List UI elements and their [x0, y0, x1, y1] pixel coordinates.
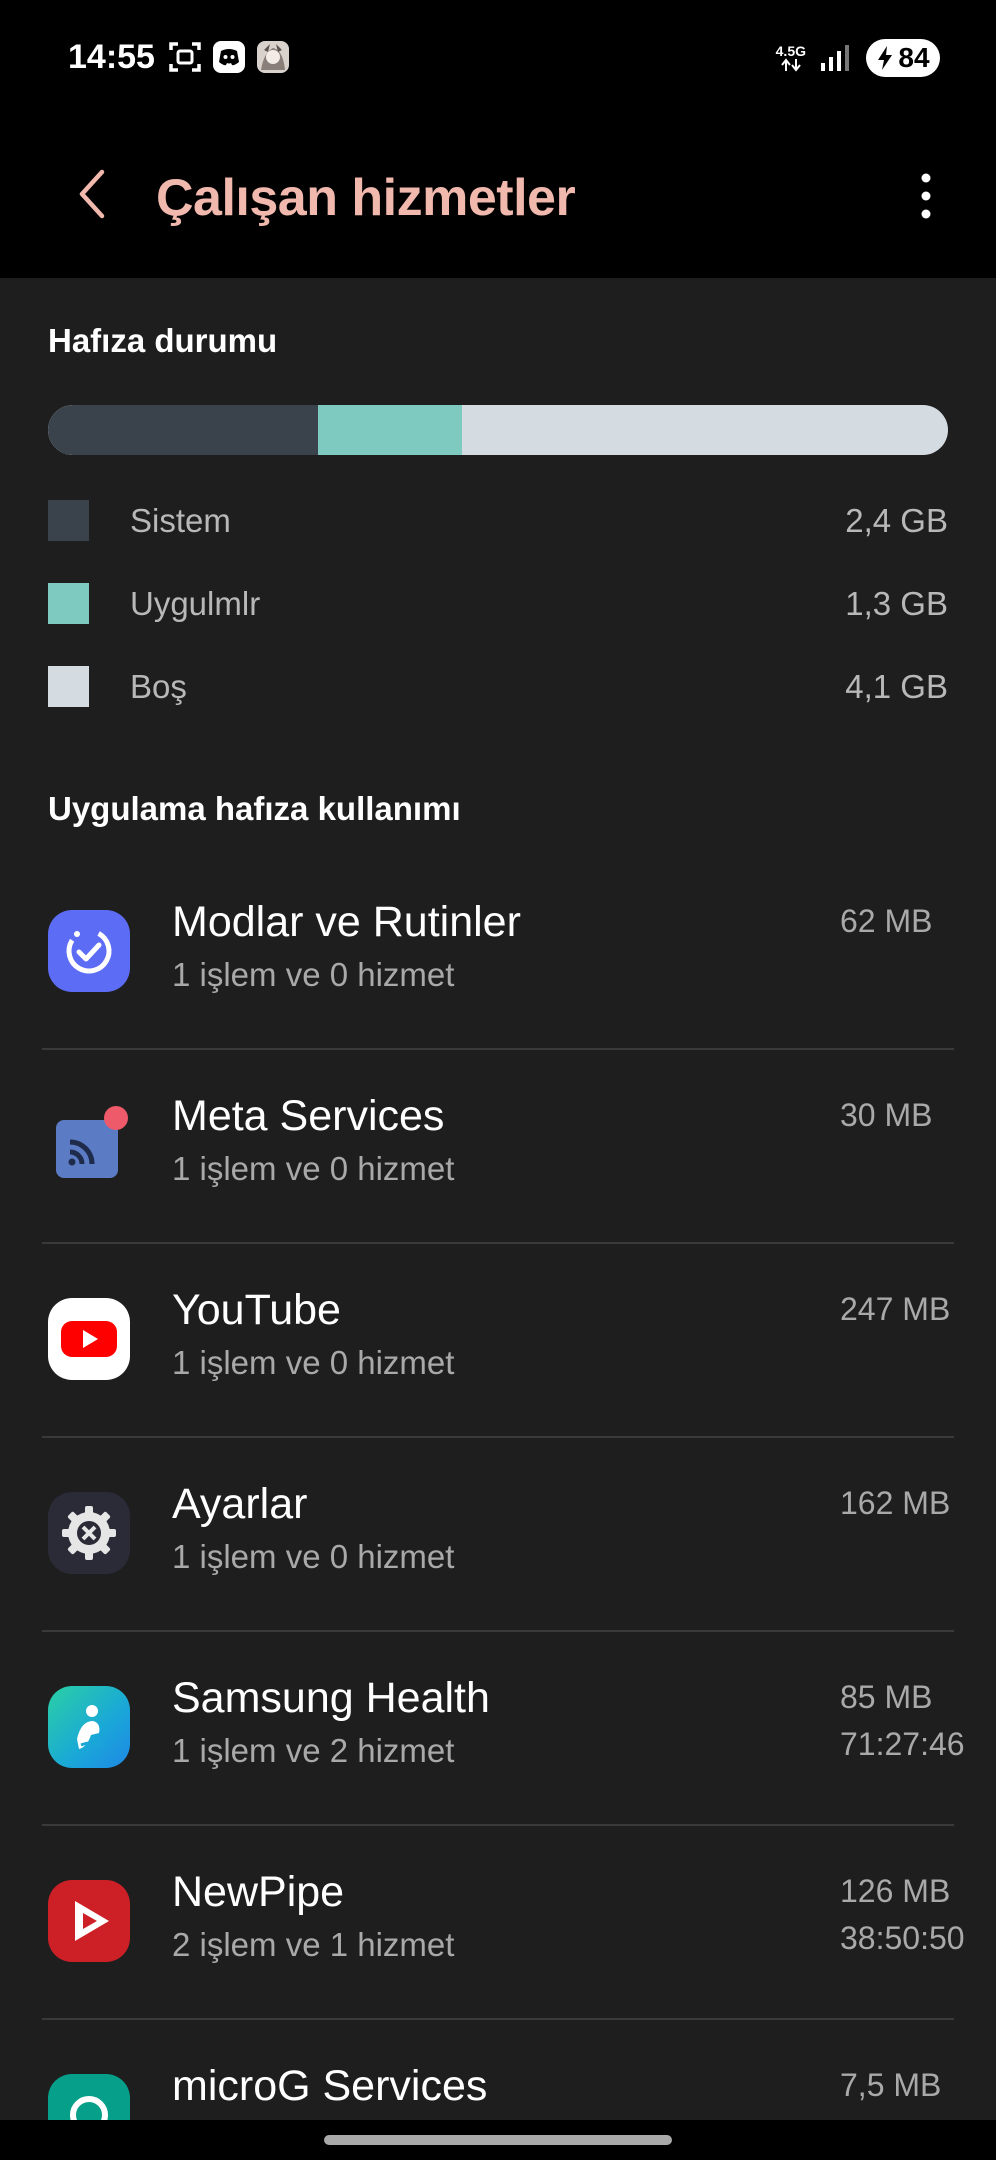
legend-swatch-apps: [48, 583, 89, 624]
legend-swatch-free: [48, 666, 89, 707]
memory-usage-bar: [48, 405, 948, 455]
legend-value: 4,1 GB: [845, 668, 948, 705]
newpipe-icon: [48, 1880, 130, 1962]
legend-row-free: Boş 4,1 GB: [48, 664, 948, 708]
memory-bar-system: [48, 405, 318, 455]
signal-icon: [821, 45, 849, 71]
app-memory-value: 30 MB: [840, 1097, 933, 1133]
app-name: microG Services: [172, 2062, 488, 2110]
app-name: Modlar ve Rutinler: [172, 898, 521, 946]
app-memory-value: 247 MB: [840, 1291, 951, 1327]
legend-label: Sistem: [130, 502, 231, 539]
memory-bar-apps: [316, 405, 462, 455]
legend-row-system: Sistem 2,4 GB: [48, 498, 948, 542]
avatar-icon: [256, 40, 290, 74]
app-usage-title: Uygulama hafıza kullanımı: [48, 790, 461, 827]
app-row-meta-services[interactable]: Meta Services 1 işlem ve 0 hizmet 30 MB: [0, 1050, 996, 1244]
network-indicator: 4.5G: [776, 44, 806, 72]
microg-icon: [48, 2074, 130, 2120]
youtube-icon: [48, 1298, 130, 1380]
app-memory-value: 62 MB: [840, 903, 933, 939]
app-row-settings[interactable]: Ayarlar 1 işlem ve 0 hizmet 162 MB: [0, 1438, 996, 1632]
battery-indicator: 84: [866, 39, 940, 77]
app-runtime: 38:50:50: [840, 1920, 965, 1956]
status-bar: 14:55 4.5G 84: [0, 0, 996, 118]
app-memory: 162 MB: [840, 1480, 950, 1527]
app-name: NewPipe: [172, 1868, 345, 1916]
battery-level: 84: [898, 42, 930, 73]
app-name: YouTube: [172, 1286, 341, 1334]
app-memory: 30 MB: [840, 1092, 932, 1139]
discord-icon: [212, 40, 246, 74]
app-bar: Çalışan hizmetler: [0, 118, 996, 278]
app-row-newpipe[interactable]: NewPipe 2 işlem ve 1 hizmet 126 MB 38:50…: [0, 1826, 996, 2020]
more-vertical-icon: [921, 173, 931, 219]
app-memory: 62 MB: [840, 898, 932, 945]
screenshot-icon: [168, 40, 202, 74]
app-name: Samsung Health: [172, 1674, 490, 1722]
chevron-left-icon: [79, 169, 105, 219]
app-memory: 247 MB: [840, 1286, 950, 1333]
app-row-microg[interactable]: microG Services 7,5 MB: [0, 2020, 996, 2120]
app-row-samsung-health[interactable]: Samsung Health 1 işlem ve 2 hizmet 85 MB…: [0, 1632, 996, 1826]
app-detail: 1 işlem ve 0 hizmet: [172, 1150, 455, 1187]
home-indicator[interactable]: [324, 2135, 672, 2145]
network-type: 4.5G: [775, 43, 806, 59]
status-time: 14:55: [68, 38, 155, 76]
page-title: Çalışan hizmetler: [156, 169, 576, 227]
app-detail: 2 işlem ve 1 hizmet: [172, 1926, 455, 1963]
samsung-health-icon: [48, 1686, 130, 1768]
settings-icon: [48, 1492, 130, 1574]
app-row-modes-routines[interactable]: Modlar ve Rutinler 1 işlem ve 0 hizmet 6…: [0, 856, 996, 1050]
app-memory-value: 85 MB: [840, 1679, 933, 1715]
app-detail: 1 işlem ve 0 hizmet: [172, 956, 455, 993]
modes-routines-icon: [48, 910, 130, 992]
legend-label: Boş: [130, 668, 187, 705]
memory-status-title: Hafıza durumu: [48, 322, 278, 359]
app-name: Meta Services: [172, 1092, 445, 1140]
legend-value: 2,4 GB: [845, 502, 948, 539]
back-button[interactable]: [62, 164, 122, 224]
app-memory-value: 7,5 MB: [840, 2067, 942, 2103]
app-row-youtube[interactable]: YouTube 1 işlem ve 0 hizmet 247 MB: [0, 1244, 996, 1438]
app-name: Ayarlar: [172, 1480, 308, 1528]
content-area[interactable]: Hafıza durumu Sistem 2,4 GB Uygulmlr 1,3…: [0, 278, 996, 2120]
app-runtime: 71:27:46: [840, 1726, 965, 1762]
app-memory: 7,5 MB: [840, 2062, 941, 2109]
app-detail: 1 işlem ve 2 hizmet: [172, 1732, 455, 1769]
legend-row-apps: Uygulmlr 1,3 GB: [48, 581, 948, 625]
app-detail: 1 işlem ve 0 hizmet: [172, 1538, 455, 1575]
app-detail: 1 işlem ve 0 hizmet: [172, 1344, 455, 1381]
data-arrows-icon: [781, 58, 801, 72]
legend-value: 1,3 GB: [845, 585, 948, 622]
app-memory: 85 MB 71:27:46: [840, 1674, 965, 1768]
meta-services-icon: [48, 1104, 130, 1186]
app-memory-value: 162 MB: [840, 1485, 951, 1521]
legend-swatch-system: [48, 500, 89, 541]
charging-icon: [878, 46, 893, 70]
more-options-button[interactable]: [896, 162, 956, 230]
status-indicators: 4.5G 84: [776, 38, 940, 78]
legend-label: Uygulmlr: [130, 585, 261, 622]
app-memory-value: 126 MB: [840, 1873, 951, 1909]
app-memory: 126 MB 38:50:50: [840, 1868, 965, 1962]
